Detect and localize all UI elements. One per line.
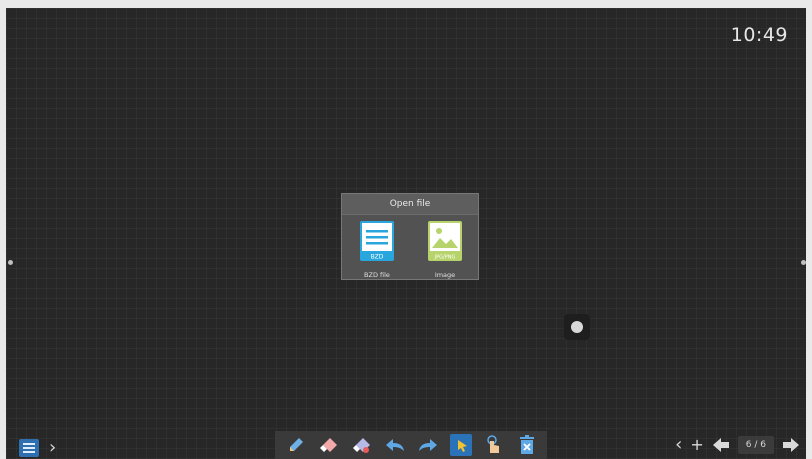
dialog-title: Open file [342,194,478,215]
pen-tool[interactable] [285,434,307,456]
clear-button[interactable] [516,434,538,456]
image-icon-text: JPG/PNG [434,255,456,261]
document-icon: BZD [360,221,394,261]
eraser-tool[interactable] [318,434,340,456]
chevron-left-icon[interactable]: ‹ [675,436,682,454]
eraser-icon [319,438,337,452]
pen-icon [289,438,303,451]
area-eraser-icon [352,438,370,453]
drawing-toolbar [275,431,547,459]
bzd-file-label: BZD file [364,271,390,279]
whiteboard-canvas[interactable]: 10:49 Open file BZD BZD file JPG/PNG Ima… [6,8,806,459]
touch-icon [486,435,499,453]
clock: 10:49 [730,24,788,46]
page-controls: ‹ + 6 / 6 [675,431,800,459]
add-page-button[interactable]: + [690,437,703,453]
undo-button[interactable] [384,434,406,456]
select-icon [457,440,467,452]
left-edge-handle[interactable] [8,260,13,265]
open-file-dialog: Open file BZD BZD file JPG/PNG Image [341,193,479,280]
previous-page-icon[interactable] [712,437,730,453]
touch-tool[interactable] [483,434,505,456]
select-tool[interactable] [449,434,472,456]
image-label: Image [434,271,456,279]
page-indicator[interactable]: 6 / 6 [737,436,774,454]
image-icon: JPG/PNG [428,221,462,261]
bzd-file-option[interactable]: BZD BZD file [352,221,402,279]
chevron-right-icon[interactable]: › [49,439,56,457]
area-eraser-tool[interactable] [351,434,373,456]
redo-button[interactable] [417,434,439,456]
bzd-icon-text: BZD [371,254,384,261]
clear-icon [519,435,534,454]
right-edge-handle[interactable] [801,260,806,265]
next-page-icon[interactable] [782,437,800,453]
redo-icon [418,439,437,451]
floating-menu-button[interactable] [564,314,590,340]
bottom-left-controls: › [19,439,56,457]
image-option[interactable]: JPG/PNG Image [420,221,470,279]
menu-icon[interactable] [19,439,39,457]
undo-icon [385,439,404,451]
